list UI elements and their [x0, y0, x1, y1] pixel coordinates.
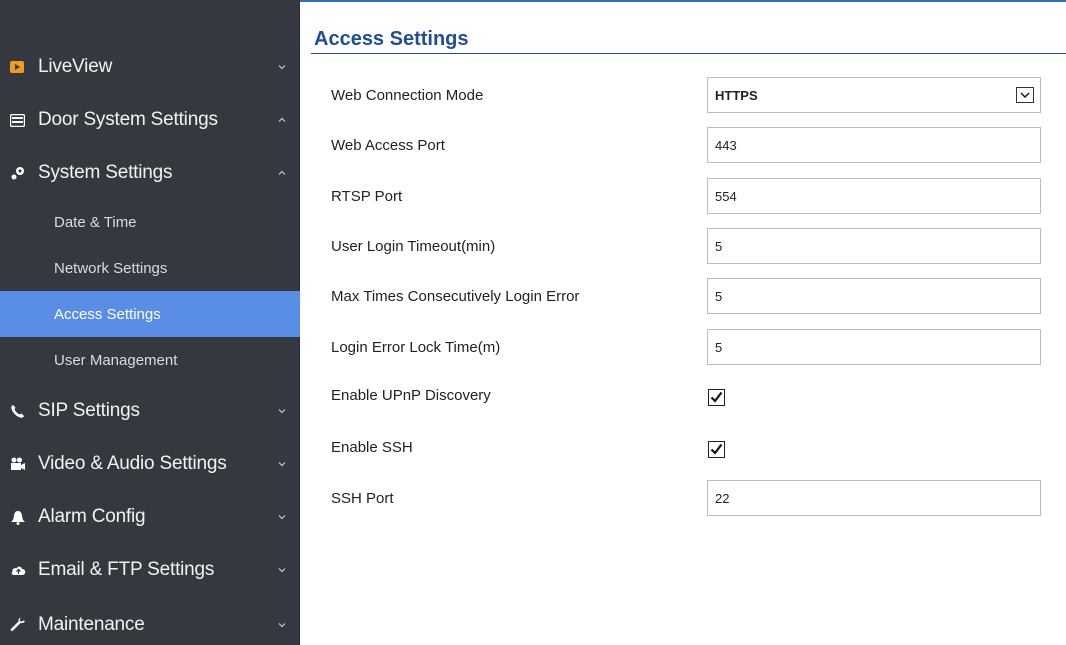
field-label: RTSP Port — [331, 188, 403, 205]
field-label: Login Error Lock Time(m) — [331, 339, 501, 356]
page-title: Access Settings — [314, 28, 469, 50]
check-icon — [710, 391, 723, 403]
sidebar-item-system-settings[interactable]: System Settings — [0, 148, 300, 198]
sidebar-item-liveview[interactable]: LiveView — [0, 42, 300, 92]
chevron-down-icon — [276, 620, 288, 631]
sidebar-item-label: System Settings — [38, 162, 173, 183]
sidebar-subitem-date-time[interactable]: Date & Time — [0, 199, 300, 245]
bell-icon — [10, 507, 38, 527]
sidebar-subitem-label: Date & Time — [54, 213, 137, 231]
sidebar-item-video-audio-settings[interactable]: Video & Audio Settings — [0, 439, 300, 489]
field-label: Enable SSH — [331, 439, 413, 456]
cloud-icon — [10, 560, 38, 580]
sidebar-item-sip-settings[interactable]: SIP Settings — [0, 386, 300, 436]
sidebar-item-alarm-config[interactable]: Alarm Config — [0, 492, 300, 542]
sidebar-item-door-system-settings[interactable]: Door System Settings — [0, 95, 300, 145]
chevron-down-icon — [276, 459, 288, 470]
sidebar-subitem-access-settings[interactable]: Access Settings — [0, 291, 300, 337]
check-icon — [710, 443, 723, 455]
chevron-up-icon — [276, 115, 288, 126]
title-divider — [311, 53, 1066, 54]
select-value: HTTPS — [715, 87, 758, 103]
sidebar-item-label: Maintenance — [38, 614, 145, 635]
web-access-port-field[interactable]: 443 — [707, 127, 1041, 163]
user-login-timeout-field[interactable]: 5 — [707, 228, 1041, 264]
chevron-down-icon — [276, 565, 288, 576]
sidebar-subitem-user-management[interactable]: User Management — [0, 337, 300, 383]
sidebar-item-label: Alarm Config — [38, 506, 146, 527]
main-content: Access Settings Web Connection Mode HTTP… — [301, 0, 1066, 645]
field-label: Max Times Consecutively Login Error — [331, 288, 580, 305]
field-label: Web Connection Mode — [331, 87, 484, 104]
field-label: User Login Timeout(min) — [331, 238, 496, 255]
sidebar: LiveView Door System Settings System Set… — [0, 0, 300, 645]
enable-upnp-checkbox[interactable] — [708, 389, 725, 406]
sidebar-item-label: SIP Settings — [38, 400, 140, 421]
sidebar-item-email-ftp-settings[interactable]: Email & FTP Settings — [0, 545, 300, 595]
ssh-port-field[interactable]: 22 — [707, 480, 1041, 516]
door-icon — [10, 110, 38, 130]
sidebar-item-label: Video & Audio Settings — [38, 453, 227, 474]
rtsp-port-field[interactable]: 554 — [707, 178, 1041, 214]
sidebar-subitem-label: User Management — [54, 351, 178, 369]
video-icon — [10, 57, 38, 77]
field-label: Enable UPnP Discovery — [331, 387, 491, 404]
sidebar-item-label: LiveView — [38, 56, 113, 77]
sidebar-item-maintenance[interactable]: Maintenance — [0, 600, 300, 645]
chevron-down-icon — [276, 62, 288, 73]
sidebar-subitem-label: Access Settings — [54, 305, 161, 323]
chevron-down-icon — [276, 512, 288, 523]
sidebar-subitem-label: Network Settings — [54, 259, 168, 277]
login-error-lock-time-field[interactable]: 5 — [707, 329, 1041, 365]
camera-icon — [10, 454, 38, 474]
sidebar-item-label: Email & FTP Settings — [38, 559, 215, 580]
chevron-up-icon — [276, 168, 288, 179]
sidebar-item-label: Door System Settings — [38, 109, 218, 130]
chevron-down-icon — [276, 406, 288, 417]
field-label: SSH Port — [331, 490, 394, 507]
enable-ssh-checkbox[interactable] — [708, 441, 725, 458]
phone-icon — [10, 401, 38, 421]
wrench-icon — [10, 615, 38, 635]
sidebar-subitem-network-settings[interactable]: Network Settings — [0, 245, 300, 291]
chevron-down-icon[interactable] — [1016, 87, 1034, 103]
settings-icon — [10, 163, 38, 183]
field-label: Web Access Port — [331, 137, 445, 154]
web-connection-mode-select[interactable]: HTTPS — [707, 77, 1041, 113]
max-login-error-field[interactable]: 5 — [707, 278, 1041, 314]
